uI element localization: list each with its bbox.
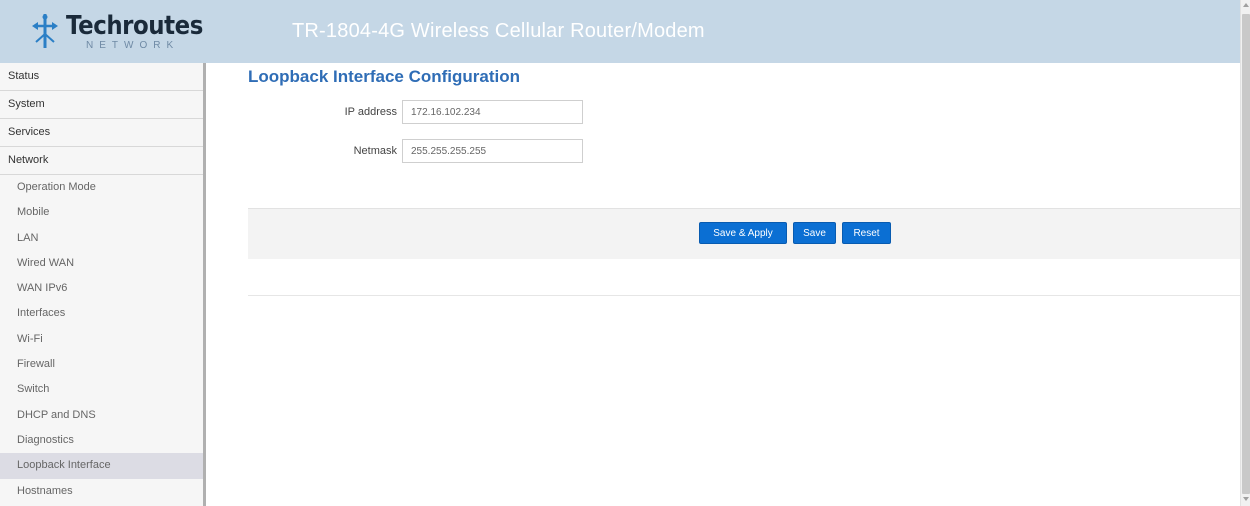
content-divider [248, 295, 1240, 296]
sidebar-nav: Status System Services Network Operation… [0, 63, 206, 506]
ip-address-label: IP address [344, 106, 397, 118]
save-button[interactable]: Save [793, 222, 836, 244]
sidebar-item-mobile[interactable]: Mobile [0, 200, 203, 225]
header-bar: Techroutes NETWORK TR-1804-4G Wireless C… [0, 0, 1240, 63]
router-admin-page: Techroutes NETWORK TR-1804-4G Wireless C… [0, 0, 1250, 506]
page-scrollbar[interactable] [1240, 0, 1250, 506]
scroll-up-arrow-icon[interactable] [1243, 3, 1249, 7]
techroutes-logo[interactable]: Techroutes NETWORK [30, 8, 203, 56]
sidebar-item-switch[interactable]: Switch [0, 377, 203, 402]
sidebar-item-wifi[interactable]: Wi-Fi [0, 327, 203, 352]
save-apply-button[interactable]: Save & Apply [699, 222, 787, 244]
page-title: Loopback Interface Configuration [248, 67, 521, 86]
netmask-input[interactable] [402, 139, 583, 163]
sidebar-category-network[interactable]: Network [0, 147, 203, 175]
sidebar-item-dhcp-dns[interactable]: DHCP and DNS [0, 403, 203, 428]
sidebar-item-firewall[interactable]: Firewall [0, 352, 203, 377]
sidebar-item-diagnostics[interactable]: Diagnostics [0, 428, 203, 453]
logo-wordmark: Techroutes [66, 11, 203, 41]
sidebar-item-wired-wan[interactable]: Wired WAN [0, 251, 203, 276]
scrollbar-thumb[interactable] [1242, 14, 1250, 494]
sidebar-item-wan-ipv6[interactable]: WAN IPv6 [0, 276, 203, 301]
sidebar-category-services[interactable]: Services [0, 119, 203, 147]
netmask-label: Netmask [353, 145, 397, 157]
sidebar-category-status[interactable]: Status [0, 63, 203, 91]
sidebar-item-lan[interactable]: LAN [0, 226, 203, 251]
sidebar-item-interfaces[interactable]: Interfaces [0, 301, 203, 326]
scroll-down-arrow-icon[interactable] [1243, 497, 1249, 501]
form-actions-bar: Save & Apply Save Reset [248, 208, 1240, 259]
logo-antenna-icon [32, 14, 58, 48]
ip-address-input[interactable] [402, 100, 583, 124]
sidebar-item-operation-mode[interactable]: Operation Mode [0, 175, 203, 200]
sidebar-category-system[interactable]: System [0, 91, 203, 119]
reset-button[interactable]: Reset [842, 222, 891, 244]
header-title: TR-1804-4G Wireless Cellular Router/Mode… [292, 20, 705, 42]
logo-subtitle: NETWORK [86, 40, 180, 51]
sidebar-item-hostnames[interactable]: Hostnames [0, 479, 203, 504]
sidebar-item-loopback-interface[interactable]: Loopback Interface [0, 453, 203, 479]
